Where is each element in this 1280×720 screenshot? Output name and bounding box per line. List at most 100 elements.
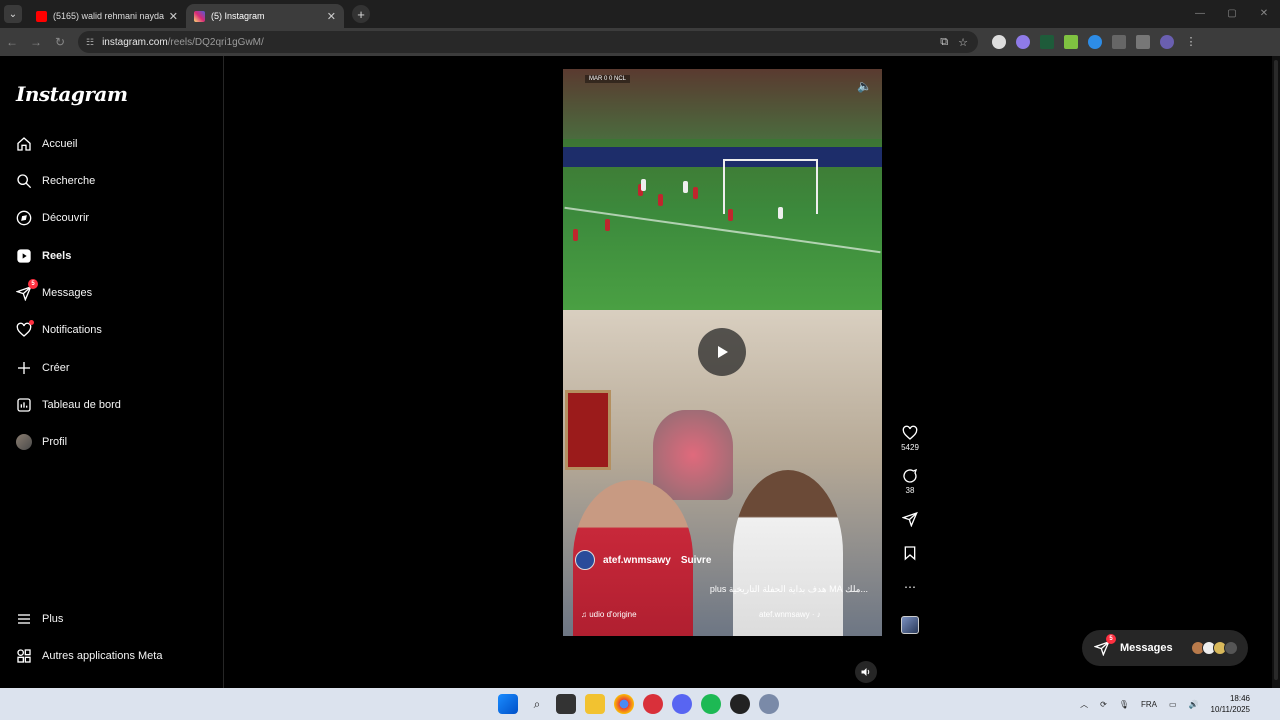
extension-icon[interactable] <box>1064 35 1078 49</box>
app-icon[interactable] <box>643 694 663 714</box>
goal-net <box>723 159 818 214</box>
share-button[interactable] <box>898 511 922 529</box>
extension-icon[interactable] <box>992 35 1006 49</box>
speaker-icon <box>861 668 870 676</box>
nav-label: Notifications <box>42 324 102 336</box>
time: 18:46 <box>1229 694 1250 703</box>
app-icon[interactable] <box>730 694 750 714</box>
nav-item-creer[interactable]: Créer <box>16 358 70 378</box>
tab-search-button[interactable]: ⌄ <box>4 5 22 23</box>
messenger-icon: 5 <box>1093 634 1116 657</box>
nav-item-reels[interactable]: Reels <box>16 246 71 266</box>
settings-icon[interactable] <box>759 694 779 714</box>
file-explorer-icon[interactable] <box>585 694 605 714</box>
close-tab-icon[interactable]: ✕ <box>327 10 336 23</box>
nav-label: Profil <box>42 436 68 448</box>
comment-button[interactable]: 38 <box>898 468 922 495</box>
nav-label: Reels <box>42 250 72 262</box>
nav-item-meta-apps[interactable]: Autres applications Meta <box>16 646 162 666</box>
bookmark-star-icon[interactable]: ☆ <box>958 36 968 49</box>
display-icon[interactable]: ▭ <box>1169 700 1177 709</box>
scoreboard: MAR 0 0 NCL <box>585 75 631 83</box>
chevron-up-icon[interactable]: ︿ <box>1080 699 1088 710</box>
audio-track[interactable]: ♫ udio d'origine <box>581 610 637 619</box>
search-icon[interactable]: ⌕ <box>527 694 547 714</box>
play-button[interactable] <box>698 328 746 376</box>
messages-floating-button[interactable]: 5 Messages <box>1082 630 1248 666</box>
site-info-icon[interactable]: ☷ <box>86 37 94 48</box>
close-window-icon[interactable]: ✕ <box>1248 0 1280 28</box>
audio-author[interactable]: atef.wnmsawy · ♪ <box>759 610 821 619</box>
profile-avatar-icon[interactable] <box>1160 35 1174 49</box>
instagram-favicon-icon <box>194 10 205 22</box>
follow-button[interactable]: Suivre <box>681 555 712 566</box>
new-tab-button[interactable]: + <box>352 5 370 23</box>
install-app-icon[interactable]: ⧉ <box>940 36 948 49</box>
volume-button[interactable] <box>855 661 877 683</box>
reel-author[interactable]: atef.wnmsawy Suivre <box>575 550 711 570</box>
reading-list-icon[interactable] <box>1136 35 1150 49</box>
extensions-puzzle-icon[interactable] <box>1112 35 1126 49</box>
nav-label: Messages <box>42 287 93 299</box>
messenger-icon: 5 <box>15 279 38 302</box>
close-tab-icon[interactable]: ✕ <box>169 10 178 23</box>
audio-thumbnail[interactable] <box>901 616 919 634</box>
windows-start-icon[interactable] <box>498 694 518 714</box>
nav-label: Accueil <box>42 138 78 150</box>
url-host: instagram.com <box>102 36 168 48</box>
url-input[interactable]: ☷ instagram.com/reels/DQ2qri1gGwM/ ⧉ ☆ <box>78 31 978 53</box>
caption-more-link[interactable]: plus <box>710 584 727 594</box>
task-view-icon[interactable] <box>556 694 576 714</box>
player <box>573 229 578 241</box>
tab-youtube[interactable]: (5165) walid rehmani nayda ch ✕ <box>28 4 186 28</box>
clock[interactable]: 18:46 10/11/2025 <box>1211 693 1250 715</box>
like-button[interactable]: 5429 <box>898 425 922 452</box>
sync-icon[interactable]: ⟳ <box>1100 700 1107 709</box>
volume-icon[interactable]: 🔊 <box>1189 700 1199 709</box>
maximize-icon[interactable]: ▢ <box>1216 0 1248 28</box>
player <box>693 187 698 199</box>
volume-icon[interactable]: 🔈 <box>857 79 872 93</box>
discord-icon[interactable] <box>672 694 692 714</box>
language-indicator[interactable]: FRA <box>1141 700 1157 709</box>
save-button[interactable] <box>898 545 922 563</box>
author-avatar[interactable] <box>575 550 595 570</box>
nav-item-profil[interactable]: Profil <box>16 432 67 452</box>
microphone-icon[interactable]: 🎙 <box>1119 700 1129 709</box>
nav-item-decouvrir[interactable]: Découvrir <box>16 208 89 228</box>
heart-icon <box>902 425 918 440</box>
browser-menu-icon[interactable]: ⋮ <box>1184 35 1198 49</box>
player <box>778 207 783 219</box>
minimize-icon[interactable]: — <box>1184 0 1216 28</box>
spotify-icon[interactable] <box>701 694 721 714</box>
nav-item-recherche[interactable]: Recherche <box>16 171 95 191</box>
comment-icon <box>903 468 918 483</box>
tab-instagram[interactable]: (5) Instagram ✕ <box>186 4 344 28</box>
system-tray: ︿ ⟳ 🎙 FRA ▭ 🔊 18:46 10/11/2025 <box>1080 688 1250 720</box>
reel-caption[interactable]: ...ملك MA هدف بداية الحفلة التاريخية plu… <box>710 584 868 595</box>
extension-icon[interactable] <box>1040 35 1054 49</box>
back-icon[interactable]: ← <box>0 35 24 49</box>
dashboard-icon <box>17 398 31 412</box>
chrome-icon[interactable] <box>614 694 634 714</box>
nav-item-accueil[interactable]: Accueil <box>16 134 77 154</box>
nav-item-tableau-de-bord[interactable]: Tableau de bord <box>16 395 121 415</box>
scrollbar-thumb[interactable] <box>1274 60 1278 680</box>
instagram-logo[interactable]: Instagram <box>16 82 128 106</box>
reload-icon[interactable]: ↻ <box>48 35 72 49</box>
forward-icon[interactable]: → <box>24 35 48 49</box>
reel-video[interactable]: MAR 0 0 NCL 🔈 atef.wnmsawy Suivre ...ملك… <box>563 69 882 636</box>
page-scrollbar[interactable] <box>1272 56 1280 688</box>
extension-icon[interactable] <box>1088 35 1102 49</box>
extension-icon[interactable] <box>1016 35 1030 49</box>
football-match-clip: MAR 0 0 NCL 🔈 <box>563 69 882 310</box>
nav-item-notifications[interactable]: Notifications <box>16 320 102 340</box>
avatar <box>16 434 32 450</box>
nav-label: Découvrir <box>42 212 90 224</box>
nav-item-plus[interactable]: Plus <box>16 609 63 629</box>
more-options-icon[interactable]: ⋯ <box>898 580 922 594</box>
nav-item-messages[interactable]: 5 Messages <box>15 279 93 303</box>
author-username[interactable]: atef.wnmsawy <box>603 555 671 566</box>
youtube-favicon-icon <box>36 10 47 22</box>
reels-icon <box>17 249 31 263</box>
